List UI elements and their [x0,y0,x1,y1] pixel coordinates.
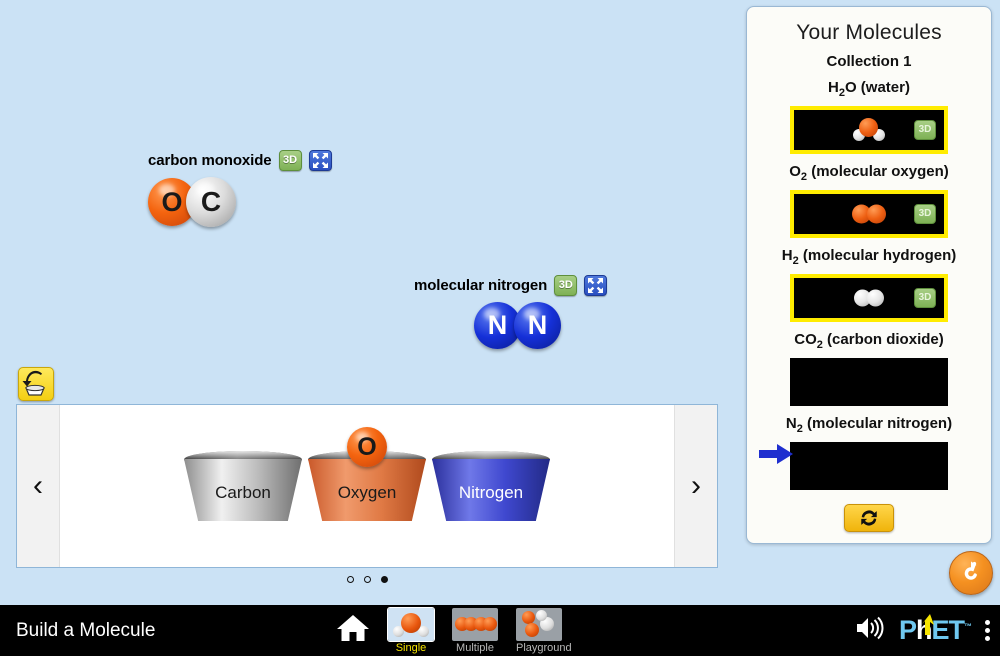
collection-item-formula: O2 (molecular oxygen) [789,163,949,183]
play-area[interactable]: carbon monoxide 3D O C molecular nitroge… [0,0,1000,605]
mini-atom-oxygen [859,118,878,137]
reset-arrow-icon [964,561,977,580]
simulation-window: carbon monoxide 3D O C molecular nitroge… [0,0,1000,656]
collection-panel: Your Molecules Collection 1 H2O (water) … [746,6,992,544]
collection-name: Collection 1 [826,53,912,70]
canvas-molecule-carbon-monoxide[interactable]: carbon monoxide 3D O C [148,150,332,227]
molecule-atoms: N N [474,302,607,349]
atom-nitrogen[interactable]: N [514,302,561,349]
kebab-dot [985,620,990,625]
collection-item-molecular-hydrogen: H2 (molecular hydrogen) 3D [747,247,991,322]
molecule-header: carbon monoxide 3D [148,150,332,171]
simulation-title: Build a Molecule [16,619,156,641]
thumb-atom-oxygen [525,622,539,637]
logo-trademark: ™ [964,622,972,631]
thumb-atom-oxygen [401,612,421,633]
sound-toggle-button[interactable] [855,615,885,646]
return-to-bucket-icon [22,370,45,396]
screen-button-playground[interactable]: Playground [516,607,572,654]
collection-item-formula: H2O (water) [828,79,910,99]
navbar-right-controls: PhET™ [855,614,990,646]
view-3d-button[interactable]: 3D [914,120,936,140]
view-3d-button[interactable]: 3D [914,204,936,224]
collection-item-formula: CO2 (carbon dioxide) [794,331,944,351]
atom-carbon[interactable]: C [186,177,236,227]
screen-thumbnail-playground [516,607,562,641]
view-3d-button[interactable]: 3D [914,288,936,308]
kit-page-dot-active[interactable] [380,576,388,583]
collection-item-water: H2O (water) 3D [747,79,991,154]
kit-next-button[interactable]: › [674,405,717,567]
logo-letter-p: P [898,615,917,645]
view-3d-button[interactable]: 3D [278,150,302,171]
thumb-atom-hydrogen [536,609,547,621]
molecule-name-label: carbon monoxide [148,152,272,169]
phet-logo[interactable]: PhET™ [898,614,972,646]
collection-box[interactable]: 3D [790,106,948,154]
collection-item-carbon-dioxide: CO2 (carbon dioxide) [747,331,991,406]
molecule-atoms: O C [148,177,332,227]
mini-molecule-water [853,118,885,142]
collection-item-formula: N2 (molecular nitrogen) [785,415,953,435]
four-way-arrow-icon [312,153,328,168]
bucket-label: Oxygen [337,483,397,502]
kit-page-dot[interactable] [346,576,354,583]
mini-atom-oxygen [867,204,886,224]
bucket-oxygen-wrap: O Oxygen [308,427,426,521]
screen-selector: Single Multiple Playground [336,606,572,654]
screen-label-playground: Playground [516,641,572,654]
molecule-name-label: molecular nitrogen [414,277,548,294]
collection-box[interactable]: 3D [790,190,948,238]
thumb-atom-oxygen [522,610,535,624]
collection-item-formula: H2 (molecular hydrogen) [781,247,957,267]
collection-item-molecular-oxygen: O2 (molecular oxygen) 3D [747,163,991,238]
mini-molecule-molecular-hydrogen [854,289,884,307]
bucket-atom-oxygen[interactable]: O [347,427,387,467]
thumb-atom-oxygen [483,616,497,631]
screen-button-single[interactable]: Single [387,606,435,654]
screen-thumbnail-single [387,606,435,642]
bucket-row: Carbon O Oxygen Nitrogen [59,405,675,567]
canvas-molecule-molecular-nitrogen[interactable]: molecular nitrogen 3D N N [414,275,608,349]
phet-menu-button[interactable] [985,620,990,641]
panel-title: Your Molecules [796,21,942,44]
screen-label-single: Single [395,641,427,654]
blue-pointer-arrow-icon [759,444,793,464]
bucket-label: Carbon [215,483,271,502]
navigation-bar: Build a Molecule Single Multiple Playgro… [0,605,1000,656]
home-icon [337,614,369,641]
break-apart-icon[interactable] [308,150,332,171]
kit-page-dot[interactable] [363,576,371,583]
break-apart-icon[interactable] [584,275,608,296]
screen-button-multiple[interactable]: Multiple [452,607,498,654]
kit-page-indicator [16,576,718,583]
reset-all-button[interactable] [949,551,993,595]
home-button[interactable] [336,613,370,648]
kit-panel: ‹ › Carbon O Oxygen Nitrogen [16,404,718,568]
refresh-icon [861,510,877,526]
return-atoms-to-kit-button[interactable] [18,367,54,401]
new-collection-button[interactable] [844,504,894,532]
bucket-nitrogen[interactable]: Nitrogen [432,451,550,521]
collection-box[interactable] [790,442,948,490]
mini-atom-hydrogen [867,289,884,307]
collection-item-molecular-nitrogen: N2 (molecular nitrogen) [747,415,991,490]
screen-label-multiple: Multiple [456,641,494,654]
four-way-arrow-icon [588,278,604,293]
bucket-carbon[interactable]: Carbon [184,451,302,521]
screen-thumbnail-multiple [452,607,498,641]
kit-previous-button[interactable]: ‹ [17,405,60,567]
collection-box[interactable]: 3D [790,274,948,322]
speaker-icon [856,616,884,640]
bucket-nitrogen-wrap: Nitrogen [432,451,550,521]
bucket-carbon-wrap: Carbon [184,451,302,521]
kebab-dot [985,628,990,633]
view-3d-button[interactable]: 3D [554,275,578,296]
kebab-dot [985,636,990,641]
molecule-header: molecular nitrogen 3D [414,275,608,296]
bucket-label: Nitrogen [458,483,524,502]
mini-molecule-molecular-oxygen [852,204,886,224]
logo-arrow-icon [921,614,934,635]
collection-box[interactable] [790,358,948,406]
